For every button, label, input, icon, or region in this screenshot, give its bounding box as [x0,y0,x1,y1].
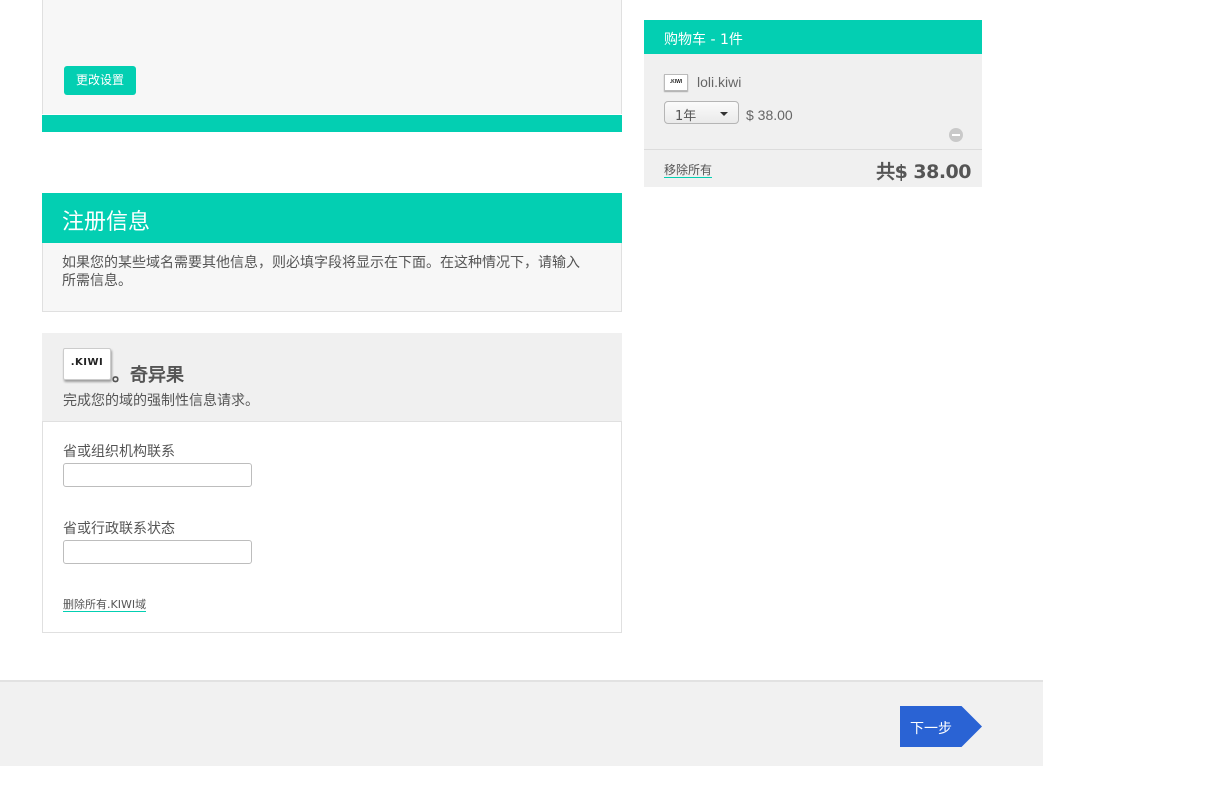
kiwi-section-title: 。奇异果 [112,365,184,386]
remove-item-icon[interactable] [949,128,963,142]
cart-header: 购物车 - 1件 [644,20,982,54]
cart-item-price: $ 38.00 [746,107,793,123]
settings-panel-bottom-bar [42,115,622,132]
registration-header: 注册信息 [42,193,622,243]
kiwi-section-subtitle: 完成您的域的强制性信息请求。 [63,393,259,409]
cart-item: .KIWI loli.kiwi 1年 $ 38.00 [644,54,982,150]
shopping-cart: 购物车 - 1件 .KIWI loli.kiwi 1年 $ 38.00 移除所有… [644,20,982,187]
registration-body: 如果您的某些域名需要其他信息，则必填字段将显示在下面。在这种情况下，请输入所需信… [42,243,622,312]
kiwi-tld-logo-icon: .KIWI [63,348,111,380]
admin-contact-state-input[interactable] [63,540,252,564]
remove-all-kiwi-domains-link[interactable]: 删除所有.KIWI域 [63,598,147,612]
org-contact-province-input[interactable] [63,463,252,487]
term-select-value: 1年 [675,109,697,124]
admin-contact-state-label: 省或行政联系状态 [63,521,175,537]
kiwi-section-body: 省或组织机构联系 省或行政联系状态 删除所有.KIWI域 [42,421,622,633]
kiwi-section-header: .KIWI 。奇异果 完成您的域的强制性信息请求。 [42,333,622,421]
cart-footer: 移除所有 共$ 38.00 [644,150,982,187]
registration-description: 如果您的某些域名需要其他信息，则必填字段将显示在下面。在这种情况下，请输入所需信… [62,255,580,289]
settings-panel-body: 更改设置 [42,0,622,114]
cart-total: 共$ 38.00 [876,161,971,183]
org-contact-province-label: 省或组织机构联系 [63,444,175,460]
cart-item-domain: loli.kiwi [697,74,742,90]
kiwi-tld-logo-icon: .KIWI [664,74,688,91]
next-step-label: 下一步 [910,721,952,737]
change-settings-button[interactable]: 更改设置 [64,66,137,95]
bottom-action-bar: 下一步 [0,680,1043,766]
caret-down-icon [720,112,728,116]
cart-title: 购物车 - 1件 [664,32,743,48]
registration-title: 注册信息 [62,210,151,235]
term-select[interactable]: 1年 [664,101,739,124]
next-step-button[interactable]: 下一步 [900,706,982,747]
remove-all-link[interactable]: 移除所有 [664,163,713,178]
settings-panel: 更改设置 [42,0,622,132]
